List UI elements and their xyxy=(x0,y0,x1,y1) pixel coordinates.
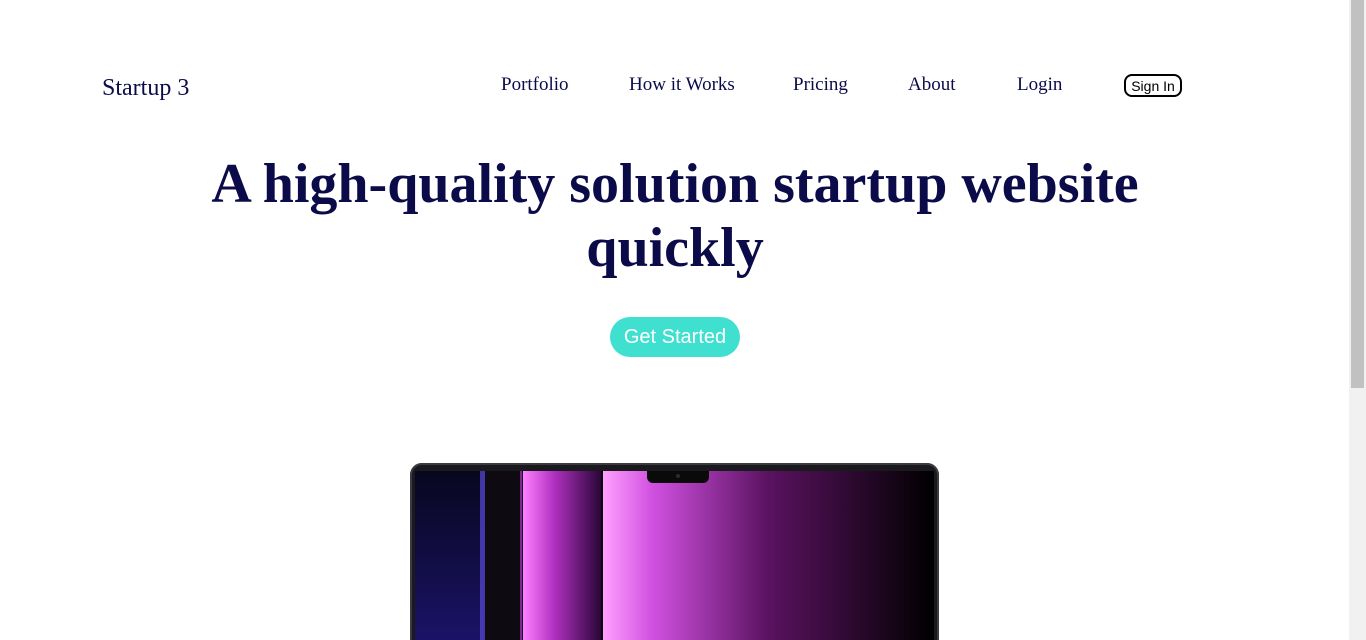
get-started-button[interactable]: Get Started xyxy=(610,317,740,357)
page-scrollbar[interactable] xyxy=(1349,0,1366,640)
hero-headline-line2: quickly xyxy=(586,217,764,279)
site-logo[interactable]: Startup 3 xyxy=(102,73,189,103)
nav-portfolio[interactable]: Portfolio xyxy=(501,73,569,97)
nav-pricing[interactable]: Pricing xyxy=(793,73,848,97)
scrollbar-thumb[interactable] xyxy=(1351,0,1364,388)
laptop-notch xyxy=(647,471,709,483)
sign-in-button[interactable]: Sign In xyxy=(1124,74,1182,97)
laptop-image xyxy=(410,463,939,640)
hero-headline: A high-quality solution startup website … xyxy=(0,152,1350,280)
camera-icon xyxy=(676,474,680,478)
hero-headline-line1: A high-quality solution startup website xyxy=(211,153,1139,215)
nav-about[interactable]: About xyxy=(908,73,956,97)
laptop-screen xyxy=(415,471,934,640)
nav-how-it-works[interactable]: How it Works xyxy=(629,73,735,97)
screen-wallpaper xyxy=(415,471,934,640)
nav-login[interactable]: Login xyxy=(1017,73,1062,97)
